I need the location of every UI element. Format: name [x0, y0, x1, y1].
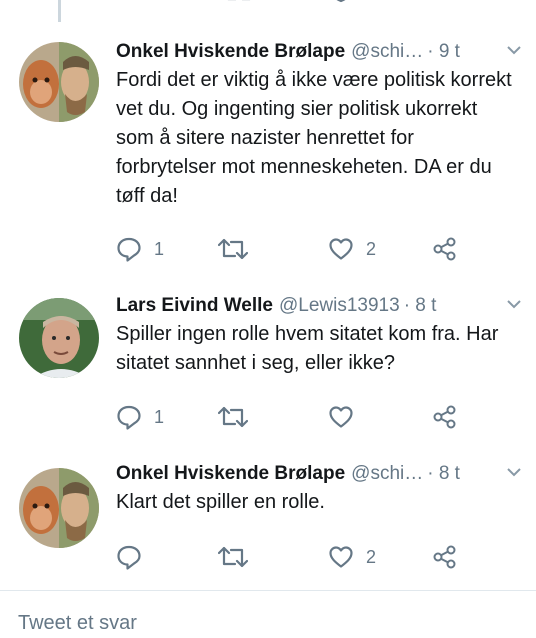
share-icon[interactable]: [436, 0, 458, 9]
author-name[interactable]: Lars Eivind Welle: [116, 295, 273, 317]
reply-count: 1: [154, 238, 165, 259]
tweet-text: Klart det spiller en rolle.: [116, 491, 325, 513]
avatar[interactable]: [19, 298, 99, 378]
retweet-button[interactable]: [218, 402, 248, 432]
tweet-actions: 2: [116, 542, 536, 572]
author-handle[interactable]: @schi…: [351, 463, 423, 485]
like-icon: [329, 406, 353, 428]
like-button[interactable]: 2: [328, 234, 376, 264]
retweet-icon[interactable]: [226, 0, 252, 9]
share-icon: [433, 545, 456, 569]
tweet-header: Lars Eivind Welle @Lewis13913 · 8 t: [116, 292, 522, 320]
reply-count: 1: [154, 406, 165, 427]
tweet-text: Fordi det er viktig å ikke være politisk…: [116, 69, 512, 207]
retweet-button[interactable]: [218, 542, 248, 572]
like-button[interactable]: [328, 402, 366, 432]
like-count: 2: [366, 238, 377, 259]
chevron-down-icon[interactable]: [506, 298, 522, 310]
reply-icon: [117, 405, 141, 430]
author-handle[interactable]: @Lewis13913: [279, 295, 400, 317]
reply-icon: [117, 545, 141, 570]
timestamp[interactable]: · 8 t: [404, 295, 437, 317]
tweet-actions: 1 2: [116, 234, 536, 264]
share-icon: [433, 237, 456, 261]
retweet-icon: [218, 406, 248, 428]
chevron-down-icon[interactable]: [506, 44, 522, 56]
avatar[interactable]: [19, 42, 99, 122]
reply-button[interactable]: 1: [116, 402, 164, 432]
like-count: 2: [366, 546, 377, 567]
reply-button[interactable]: 1: [116, 234, 164, 264]
like-icon: [329, 238, 353, 260]
author-name[interactable]: Onkel Hviskende Brølape: [116, 41, 345, 63]
tweet-header: Onkel Hviskende Brølape @schi… · 8 t: [116, 460, 522, 488]
chevron-down-icon[interactable]: [506, 466, 522, 478]
like-button[interactable]: 2: [328, 542, 376, 572]
previous-tweet-actions: [0, 0, 536, 10]
like-icon[interactable]: [330, 0, 352, 9]
timestamp[interactable]: · 8 t: [427, 463, 460, 485]
reply-icon: [117, 237, 141, 262]
retweet-icon: [218, 238, 248, 260]
share-button[interactable]: [432, 542, 458, 572]
share-button[interactable]: [432, 234, 458, 264]
like-icon: [329, 546, 353, 568]
reply-input[interactable]: Tweet et svar: [18, 612, 137, 635]
tweet-header: Onkel Hviskende Brølape @schi… · 9 t: [116, 38, 522, 66]
retweet-icon: [218, 546, 248, 568]
avatar[interactable]: [19, 468, 99, 548]
share-button[interactable]: [432, 402, 458, 432]
reply-button[interactable]: [116, 542, 154, 572]
author-handle[interactable]: @schi…: [351, 41, 423, 63]
author-name[interactable]: Onkel Hviskende Brølape: [116, 463, 345, 485]
tweet-actions: 1: [116, 402, 536, 432]
tweet-text: Spiller ingen rolle hvem sitatet kom fra…: [116, 323, 499, 374]
retweet-button[interactable]: [218, 234, 248, 264]
reply-divider: [0, 590, 536, 591]
timestamp[interactable]: · 9 t: [427, 41, 460, 63]
share-icon: [433, 405, 456, 429]
